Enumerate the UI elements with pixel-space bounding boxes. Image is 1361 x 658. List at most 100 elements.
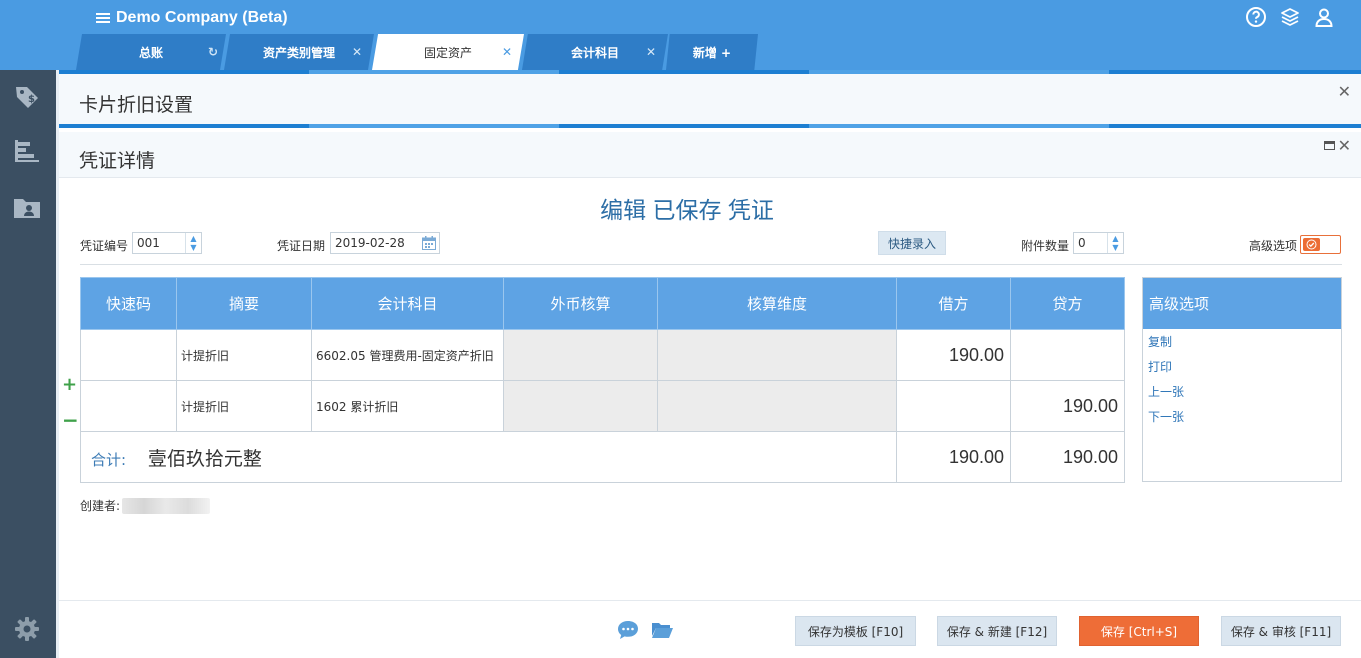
advanced-options-title: 高级选项 xyxy=(1143,278,1341,329)
tab-general-ledger[interactable]: 总账 ↻ xyxy=(76,34,226,70)
voucher-no-stepper[interactable]: 001 ▲ ▼ xyxy=(132,232,202,254)
quick-entry-button[interactable]: 快捷录入 xyxy=(878,231,946,255)
tab-label: 会计科目 xyxy=(570,45,619,60)
next-link[interactable]: 下一张 xyxy=(1148,405,1341,430)
company-switcher[interactable]: Demo Company (Beta) xyxy=(96,8,288,28)
tab-label: 资产类别管理 xyxy=(262,45,335,60)
foreign-currency-cell xyxy=(503,329,658,381)
left-sidebar: $ xyxy=(0,70,56,658)
credit-cell[interactable] xyxy=(1010,329,1125,381)
close-icon[interactable]: ✕ xyxy=(1338,136,1351,155)
table-header-row: 快速码 摘要 会计科目 外币核算 核算维度 借方 贷方 xyxy=(80,277,1125,330)
tab-fixed-assets[interactable]: 固定资产 ✕ xyxy=(372,34,524,70)
dimension-cell xyxy=(657,380,897,432)
divider xyxy=(80,264,1342,265)
voucher-heading: 编辑 已保存 凭证 xyxy=(600,197,774,223)
refresh-icon[interactable]: ↻ xyxy=(208,45,218,59)
folder-user-icon[interactable] xyxy=(12,192,42,222)
voucher-panel: 凭证详情 ✕ 编辑 已保存 凭证 凭证编号 001 ▲ ▼ 凭证日期 2019-0… xyxy=(59,124,1361,658)
add-row-button[interactable]: + xyxy=(62,374,77,395)
advanced-options-toggle[interactable] xyxy=(1300,235,1341,254)
tab-add-new[interactable]: 新增 + xyxy=(666,34,758,70)
tab-accounts[interactable]: 会计科目 ✕ xyxy=(522,34,668,70)
tab-bar: 总账 ↻ 资产类别管理 ✕ 固定资产 ✕ 会计科目 ✕ 新增 + xyxy=(76,34,758,70)
summary-cell[interactable]: 计提折旧 xyxy=(176,329,312,381)
total-row: 合计: 壹佰玖拾元整 190.00 190.00 xyxy=(80,431,1125,483)
total-debit: 190.00 xyxy=(896,431,1011,483)
total-credit: 190.00 xyxy=(1010,431,1125,483)
voucher-panel-header: 凭证详情 ✕ xyxy=(59,132,1361,178)
total-amount-chinese: 壹佰玖拾元整 xyxy=(147,447,262,470)
print-link[interactable]: 打印 xyxy=(1148,355,1341,380)
top-icon-group xyxy=(1245,6,1335,28)
advanced-options-label: 高级选项 xyxy=(1249,239,1298,253)
column-header-dimension: 核算维度 xyxy=(657,277,897,330)
debit-cell[interactable]: 190.00 xyxy=(896,329,1011,381)
voucher-no-label: 凭证编号 xyxy=(80,239,129,253)
check-icon xyxy=(1303,238,1320,251)
comment-icon[interactable] xyxy=(616,619,640,641)
column-header-foreign-currency: 外币核算 xyxy=(503,277,658,330)
column-header-quick-code: 快速码 xyxy=(80,277,177,330)
save-and-audit-button[interactable]: 保存 & 审核 [F11] xyxy=(1221,616,1341,646)
account-cell[interactable]: 1602 累计折旧 xyxy=(311,380,504,432)
tab-label: 固定资产 xyxy=(423,45,472,60)
layers-icon[interactable] xyxy=(1279,6,1301,28)
menu-icon[interactable] xyxy=(96,11,110,25)
dimension-cell xyxy=(657,329,897,381)
debit-cell[interactable] xyxy=(896,380,1011,432)
quick-code-cell[interactable] xyxy=(80,329,177,381)
close-icon[interactable]: ✕ xyxy=(502,45,512,59)
company-name: Demo Company (Beta) xyxy=(116,9,288,26)
creator-label: 创建者: xyxy=(80,499,121,513)
voucher-footer: 保存为模板 [F10] 保存 & 新建 [F12] 保存 [Ctrl+S] 保存… xyxy=(59,600,1361,658)
depreciation-panel: 卡片折旧设置 ✕ xyxy=(59,70,1361,128)
maximize-icon[interactable] xyxy=(1324,141,1335,150)
panel-title: 卡片折旧设置 xyxy=(79,95,194,116)
foreign-currency-cell xyxy=(503,380,658,432)
tag-icon[interactable]: $ xyxy=(12,82,42,112)
attachments-value: 0 xyxy=(1078,236,1086,250)
account-cell[interactable]: 6602.05 管理费用-固定资产折旧 xyxy=(311,329,504,381)
panel-accent-stripe xyxy=(59,70,1361,74)
voucher-date-value: 2019-02-28 xyxy=(335,236,405,250)
column-header-debit: 借方 xyxy=(896,277,1011,330)
advanced-options-panel: 高级选项 复制 打印 上一张 下一张 xyxy=(1142,277,1342,482)
settings-gear-icon[interactable] xyxy=(12,614,42,644)
voucher-date-field[interactable]: 2019-02-28 xyxy=(330,232,440,254)
top-header: Demo Company (Beta) 总账 ↻ 资产类别管理 ✕ 固定资产 ✕… xyxy=(0,0,1361,70)
attachments-stepper[interactable]: 0 ▲ ▼ xyxy=(1073,232,1124,254)
save-as-template-button[interactable]: 保存为模板 [F10] xyxy=(795,616,916,646)
spinner-arrows-icon[interactable]: ▲ ▼ xyxy=(1107,233,1123,253)
attachments-label: 附件数量 xyxy=(1021,239,1070,253)
panel-title: 凭证详情 xyxy=(79,151,156,172)
close-icon[interactable]: ✕ xyxy=(1338,82,1351,101)
copy-link[interactable]: 复制 xyxy=(1148,330,1341,355)
svg-text:$: $ xyxy=(28,94,35,105)
spinner-arrows-icon[interactable]: ▲ ▼ xyxy=(185,233,201,253)
calendar-icon[interactable] xyxy=(419,233,439,253)
save-and-new-button[interactable]: 保存 & 新建 [F12] xyxy=(937,616,1057,646)
credit-cell[interactable]: 190.00 xyxy=(1010,380,1125,432)
tab-label: 新增 + xyxy=(692,45,732,60)
voucher-date-label: 凭证日期 xyxy=(277,239,326,253)
help-icon[interactable] xyxy=(1245,6,1267,28)
user-icon[interactable] xyxy=(1313,6,1335,28)
voucher-entry-table: 快速码 摘要 会计科目 外币核算 核算维度 借方 贷方 计提折旧 6602.05… xyxy=(80,277,1125,483)
summary-cell[interactable]: 计提折旧 xyxy=(176,380,312,432)
save-button[interactable]: 保存 [Ctrl+S] xyxy=(1079,616,1199,646)
panel-accent-stripe xyxy=(59,124,1361,128)
previous-link[interactable]: 上一张 xyxy=(1148,380,1341,405)
quick-code-cell[interactable] xyxy=(80,380,177,432)
close-icon[interactable]: ✕ xyxy=(352,45,362,59)
advanced-options-links: 复制 打印 上一张 下一张 xyxy=(1143,329,1341,430)
column-header-summary: 摘要 xyxy=(176,277,312,330)
creator-info: 创建者: xyxy=(80,497,211,514)
creator-name-redacted xyxy=(122,497,211,514)
chart-bars-icon[interactable] xyxy=(12,136,42,166)
remove-row-button[interactable]: − xyxy=(62,408,79,432)
close-icon[interactable]: ✕ xyxy=(646,45,656,59)
folder-open-icon[interactable] xyxy=(650,619,674,641)
voucher-no-value: 001 xyxy=(137,236,160,250)
tab-asset-category[interactable]: 资产类别管理 ✕ xyxy=(224,34,374,70)
